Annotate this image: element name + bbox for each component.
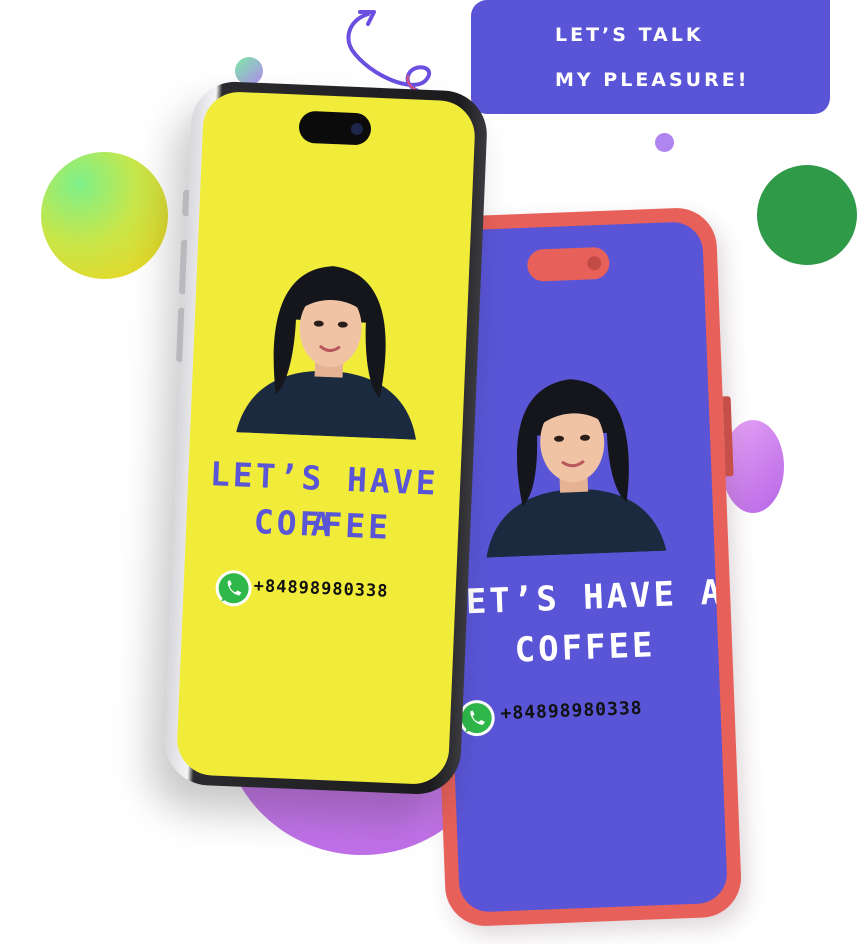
banner-line-1: LET’S TALK (555, 24, 704, 46)
card-title-line-2: COFFEE (513, 625, 657, 671)
card-title-line-1: LET’S HAVE A (441, 572, 725, 624)
phone-mockup-black: LET’S HAVE A COFFEE +84898980338 (163, 80, 489, 796)
banner-line-2: MY PLEASURE! (555, 69, 750, 91)
phone-number[interactable]: +84898980338 (500, 698, 643, 724)
decorative-circle-yellow (41, 152, 168, 279)
phone-side-button (722, 396, 734, 477)
decorative-dot-purple (655, 133, 674, 152)
camera-icon (350, 122, 364, 136)
camera-icon (587, 256, 602, 271)
dynamic-island (298, 110, 372, 146)
contact-banner: LET’S TALK MY PLEASURE! (471, 0, 830, 114)
woman-portrait-image (236, 266, 417, 440)
decorative-circle-green (757, 165, 857, 265)
phone-screen: LET’S HAVE A COFFEE +84898980338 (175, 90, 477, 786)
decorative-dot-gradient (235, 57, 263, 85)
woman-portrait-image (486, 379, 667, 558)
phone-notch (526, 246, 610, 282)
whatsapp-icon[interactable] (213, 567, 255, 609)
phone-mute-switch (182, 189, 190, 217)
phone-number[interactable]: +84898980338 (253, 576, 389, 602)
